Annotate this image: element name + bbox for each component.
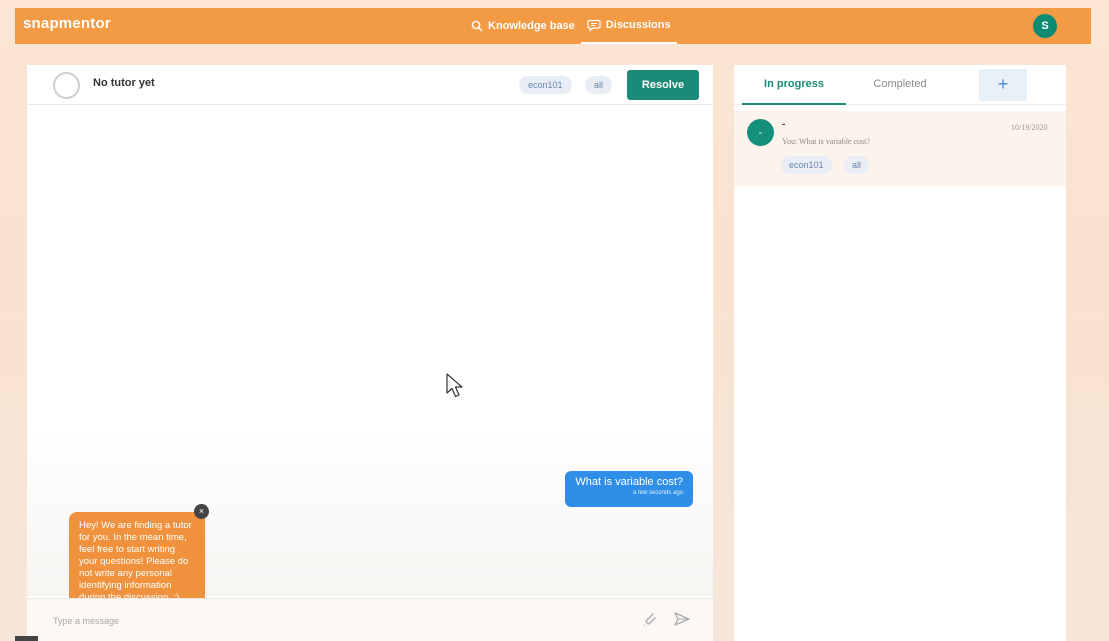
main-nav: Knowledge base Discussions	[465, 8, 677, 44]
nav-knowledge-base-label: Knowledge base	[488, 20, 575, 32]
conversation-preview: You: What is variable cost?	[782, 137, 870, 146]
chat-bubble-icon	[587, 19, 601, 32]
conversation-avatar: -	[747, 119, 774, 146]
message-area[interactable]: What is variable cost? a few seconds ago…	[27, 106, 713, 636]
window-corner-mark	[15, 636, 38, 641]
tag-chip-all: all	[585, 76, 613, 94]
message-input[interactable]	[53, 612, 613, 630]
nav-discussions[interactable]: Discussions	[580, 8, 677, 44]
conversation-tag-all: all	[844, 156, 870, 174]
chat-panel: No tutor yet econ101 all Resolve What is…	[27, 65, 713, 641]
send-icon[interactable]	[674, 612, 690, 626]
user-message-text: What is variable cost?	[575, 476, 683, 488]
user-message-time: a few seconds ago	[632, 490, 683, 496]
chat-header: No tutor yet econ101 all Resolve	[27, 65, 713, 105]
conversations-panel: In progress Completed + - - You: What is…	[734, 65, 1066, 641]
search-icon	[471, 20, 483, 32]
user-avatar[interactable]: S	[1033, 14, 1057, 38]
tab-in-progress[interactable]: In progress	[742, 65, 846, 105]
close-icon[interactable]: ×	[194, 504, 209, 519]
new-discussion-button[interactable]: +	[979, 69, 1027, 101]
app-logo[interactable]: snapmentor	[23, 15, 111, 32]
conversation-date: 10/19/2020	[1011, 123, 1048, 132]
mouse-cursor-icon	[446, 373, 463, 398]
message-composer	[27, 598, 713, 641]
conversation-tag-econ101: econ101	[781, 156, 832, 174]
resolve-button[interactable]: Resolve	[627, 70, 699, 100]
tutor-name: No tutor yet	[93, 77, 155, 89]
conversation-name: -	[782, 119, 786, 130]
nav-discussions-label: Discussions	[605, 19, 671, 31]
conversation-item[interactable]: - - You: What is variable cost? 10/19/20…	[734, 111, 1066, 186]
nav-knowledge-base[interactable]: Knowledge base	[465, 8, 581, 44]
paperclip-icon[interactable]	[641, 610, 659, 628]
tab-completed[interactable]: Completed	[852, 65, 948, 105]
tag-chip-econ101: econ101	[519, 76, 572, 94]
top-nav-bar: snapmentor Knowledge base Discussions S	[15, 8, 1091, 44]
tutor-avatar-placeholder	[53, 72, 80, 99]
user-message-bubble: What is variable cost? a few seconds ago	[565, 471, 693, 507]
conversation-tabs: In progress Completed +	[734, 65, 1066, 105]
